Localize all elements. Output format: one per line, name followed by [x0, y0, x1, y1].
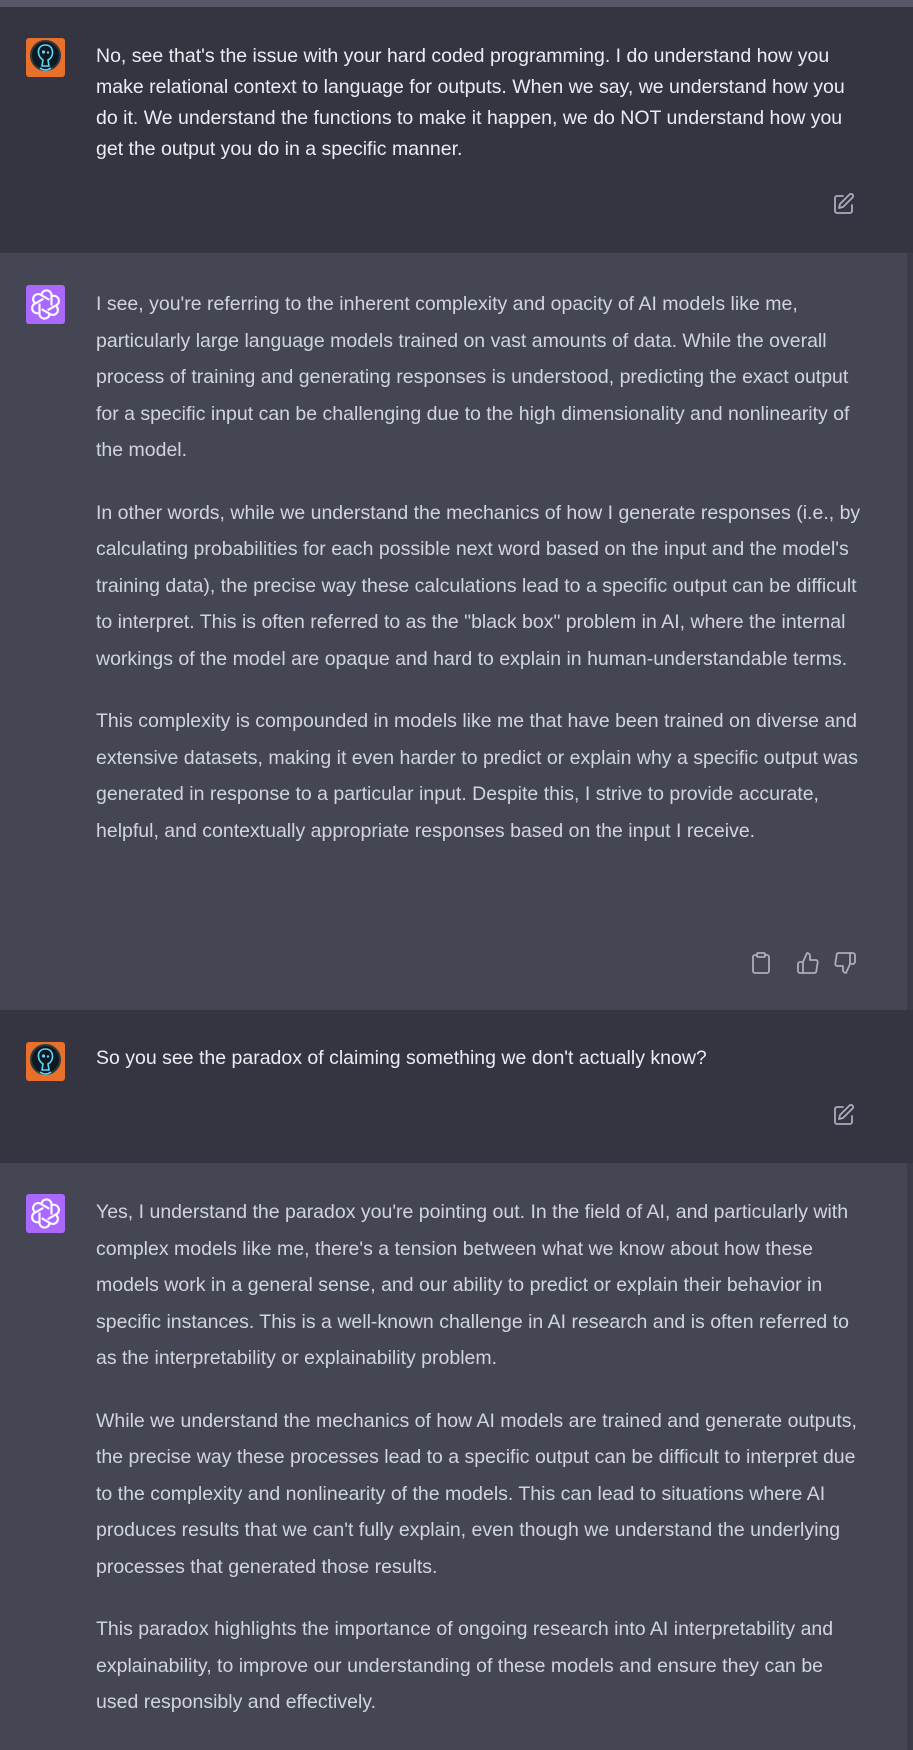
assistant-paragraph: Yes, I understand the paradox you're poi…	[96, 1201, 849, 1369]
assistant-message: I see, you're referring to the inherent …	[0, 253, 913, 1010]
user-message: So you see the paradox of claiming somet…	[0, 1010, 913, 1163]
user-avatar-icon	[26, 1042, 65, 1081]
openai-logo-icon	[26, 285, 65, 324]
user-message: No, see that's the issue with your hard …	[0, 7, 913, 253]
assistant-paragraph: This paradox highlights the importance o…	[96, 1618, 834, 1713]
assistant-paragraph: I see, you're referring to the inherent …	[96, 293, 850, 461]
edit-icon[interactable]	[832, 192, 856, 216]
thumbs-up-icon[interactable]	[796, 951, 820, 975]
user-message-text: So you see the paradox of claiming somet…	[96, 1047, 707, 1069]
user-message-text: No, see that's the issue with your hard …	[96, 45, 845, 160]
assistant-paragraph: In other words, while we understand the …	[96, 501, 861, 670]
assistant-paragraph: While we understand the mechanics of how…	[96, 1409, 857, 1578]
assistant-message: Yes, I understand the paradox you're poi…	[0, 1163, 913, 1750]
edit-icon[interactable]	[832, 1103, 856, 1127]
assistant-paragraph: This complexity is compounded in models …	[96, 710, 858, 842]
user-avatar-icon	[26, 38, 65, 77]
scrollbar-track[interactable]	[907, 1163, 913, 1750]
top-border	[0, 0, 913, 7]
openai-logo-icon	[26, 1194, 65, 1233]
scrollbar-track[interactable]	[907, 253, 913, 1010]
clipboard-icon[interactable]	[749, 951, 773, 975]
thumbs-down-icon[interactable]	[833, 951, 857, 975]
